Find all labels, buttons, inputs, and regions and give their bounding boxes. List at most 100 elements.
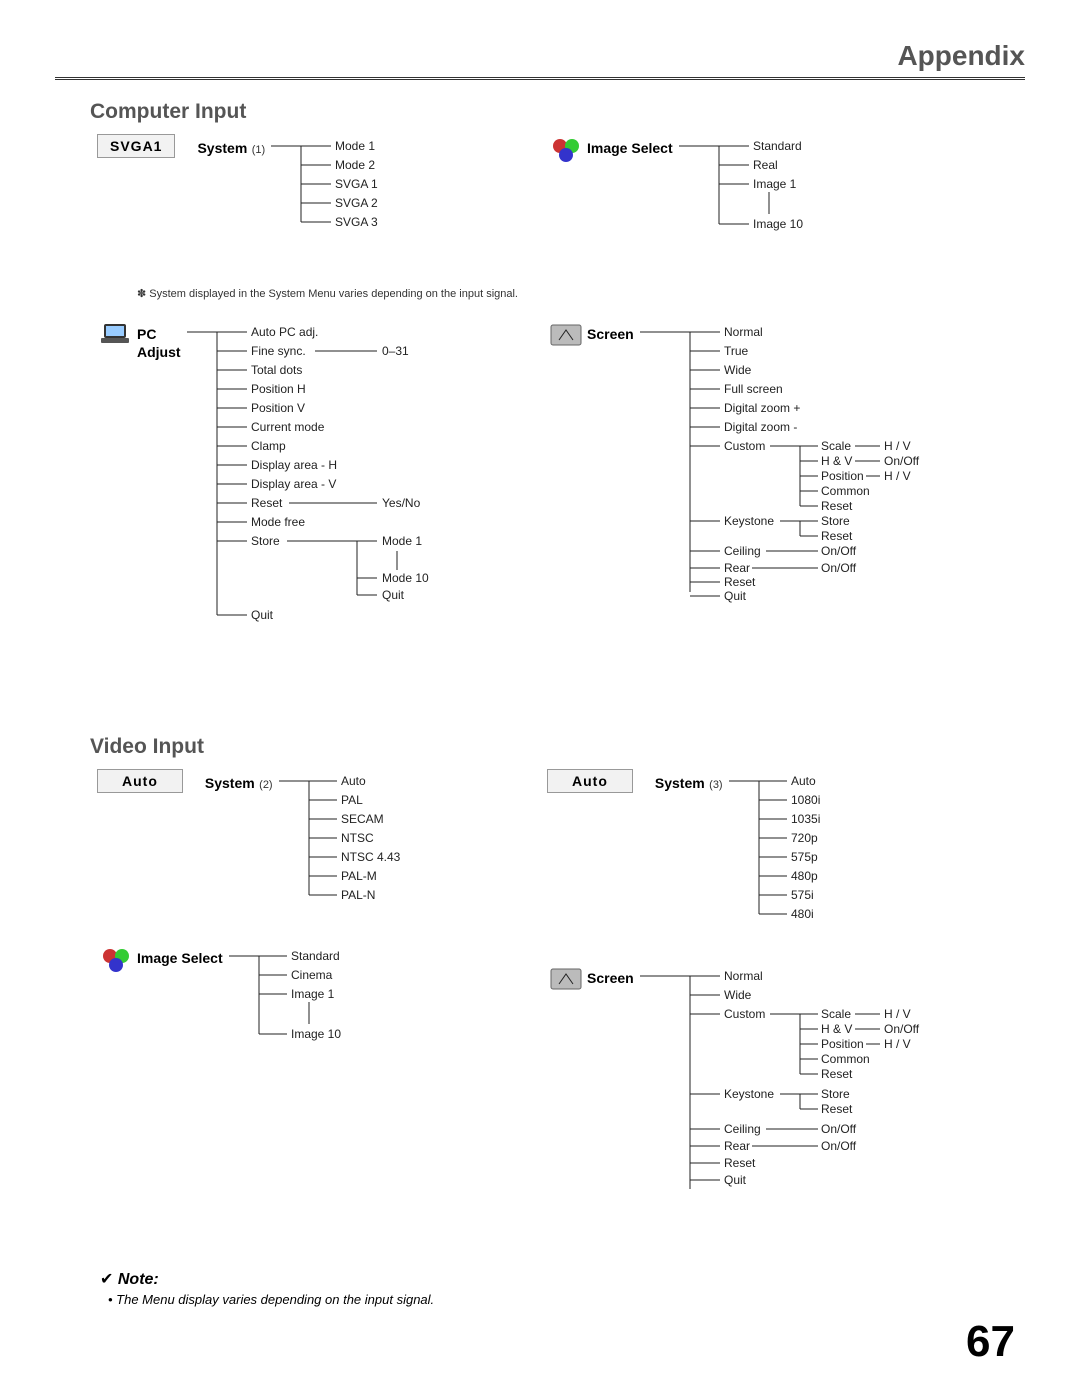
imgsel1-img10: Image 10 [753, 217, 803, 231]
imgsel2-cinema: Cinema [291, 968, 333, 982]
pca-dah: Display area - H [251, 458, 337, 472]
pca-store: Store [251, 534, 280, 548]
menu-system2-label: System [205, 775, 255, 791]
imgsel1-real: Real [753, 158, 778, 172]
sys3-720p: 720p [791, 831, 818, 845]
pca-reset: Reset [251, 496, 283, 510]
cust-common: Common [821, 484, 870, 498]
sys1-mode2: Mode 2 [335, 158, 375, 172]
section-video-input: Video Input [90, 735, 1025, 759]
sys1-svga3: SVGA 3 [335, 215, 378, 229]
check-icon: ✔ [100, 1271, 113, 1288]
cust-hv-v: On/Off [884, 454, 920, 468]
menu-screen2-label: Screen [587, 970, 634, 986]
scr1-normal: Normal [724, 325, 763, 339]
pca-modefree: Mode free [251, 515, 305, 529]
sys3-1035i: 1035i [791, 812, 820, 826]
menu-system3-label: System [655, 775, 705, 791]
scr1-quit: Quit [724, 589, 747, 603]
key2-reset: Reset [821, 1102, 853, 1116]
imgsel2-standard: Standard [291, 949, 340, 963]
scr1-rear: Rear [724, 561, 750, 575]
cust2-pos-v: H / V [884, 1037, 911, 1051]
sys2-ntsc443: NTSC 4.43 [341, 850, 401, 864]
sys1-mode1: Mode 1 [335, 139, 375, 153]
menu-imgsel2-label: Image Select [137, 950, 223, 966]
screen-icon-2 [545, 964, 587, 999]
sys1-svga2: SVGA 2 [335, 196, 378, 210]
scr1-dzm: Digital zoom - [724, 420, 797, 434]
menu-system2-sup: (2) [259, 779, 272, 791]
note-label: Note: [118, 1271, 159, 1288]
key-store: Store [821, 514, 850, 528]
cust-reset: Reset [821, 499, 853, 513]
sys2-palm: PAL-M [341, 869, 377, 883]
scr2-wide: Wide [724, 988, 752, 1002]
imgsel2-img1: Image 1 [291, 987, 335, 1001]
menu-screen1-label: Screen [587, 326, 634, 342]
scr1-true: True [724, 344, 749, 358]
scr1-dzp: Digital zoom + [724, 401, 800, 415]
laptop-icon [95, 320, 137, 353]
pca-posv: Position V [251, 401, 305, 415]
screen-icon [545, 320, 587, 355]
section-computer-input: Computer Input [90, 100, 1025, 124]
pca-curmode: Current mode [251, 420, 325, 434]
header-rule [55, 77, 1025, 80]
cust2-pos: Position [821, 1037, 864, 1051]
scr2-rear: Rear [724, 1139, 750, 1153]
sys3-1080i: 1080i [791, 793, 820, 807]
pca-clamp: Clamp [251, 439, 286, 453]
scr1-wide: Wide [724, 363, 752, 377]
sys2-paln: PAL-N [341, 888, 375, 902]
pca-store-m10: Mode 10 [382, 571, 429, 585]
pca-store-m1: Mode 1 [382, 534, 422, 548]
cust-pos: Position [821, 469, 864, 483]
sys2-ntsc: NTSC [341, 831, 374, 845]
cust2-scale: Scale [821, 1007, 851, 1021]
imgsel1-standard: Standard [753, 139, 802, 153]
scr1-custom: Custom [724, 439, 765, 453]
cust-scale: Scale [821, 439, 851, 453]
pca-posh: Position H [251, 382, 306, 396]
menu-system3-sup: (3) [709, 779, 722, 791]
note-text: • The Menu display varies depending on t… [108, 1292, 1025, 1307]
badge-svga1: SVGA1 [97, 134, 175, 158]
sys3-480p: 480p [791, 869, 818, 883]
cust2-common: Common [821, 1052, 870, 1066]
rgb-balls-icon [545, 134, 587, 171]
sys3-575p: 575p [791, 850, 818, 864]
cust2-reset: Reset [821, 1067, 853, 1081]
menu-imgsel1-label: Image Select [587, 140, 673, 156]
rgb-balls-icon-2 [95, 944, 137, 981]
scr2-keystone: Keystone [724, 1087, 774, 1101]
scr1-reset: Reset [724, 575, 756, 589]
key2-store: Store [821, 1087, 850, 1101]
pca-finesync: Fine sync. [251, 344, 306, 358]
page-title: Appendix [55, 40, 1025, 72]
cust-hv: H & V [821, 454, 852, 468]
pca-finesync-val: 0–31 [382, 344, 409, 358]
menu-system1-label: System [197, 140, 247, 156]
pca-reset-val: Yes/No [382, 496, 421, 510]
sys3-480i: 480i [791, 907, 814, 921]
pca-dav: Display area - V [251, 477, 336, 491]
pca-store-quit: Quit [382, 588, 405, 602]
imgsel2-img10: Image 10 [291, 1027, 341, 1041]
sys3-auto: Auto [791, 774, 816, 788]
pca-autopc: Auto PC adj. [251, 325, 318, 339]
scr2-normal: Normal [724, 969, 763, 983]
cust-pos-v: H / V [884, 469, 911, 483]
rear-v: On/Off [821, 561, 857, 575]
sys1-svga1: SVGA 1 [335, 177, 378, 191]
scr1-keystone: Keystone [724, 514, 774, 528]
cust-scale-v: H / V [884, 439, 911, 453]
scr1-ceiling: Ceiling [724, 544, 761, 558]
scr2-ceiling: Ceiling [724, 1122, 761, 1136]
cust2-hv: H & V [821, 1022, 852, 1036]
scr2-custom: Custom [724, 1007, 765, 1021]
menu-system1-sup: (1) [252, 144, 265, 156]
sys2-auto: Auto [341, 774, 366, 788]
cust2-scale-v: H / V [884, 1007, 911, 1021]
rear2-v: On/Off [821, 1139, 857, 1153]
